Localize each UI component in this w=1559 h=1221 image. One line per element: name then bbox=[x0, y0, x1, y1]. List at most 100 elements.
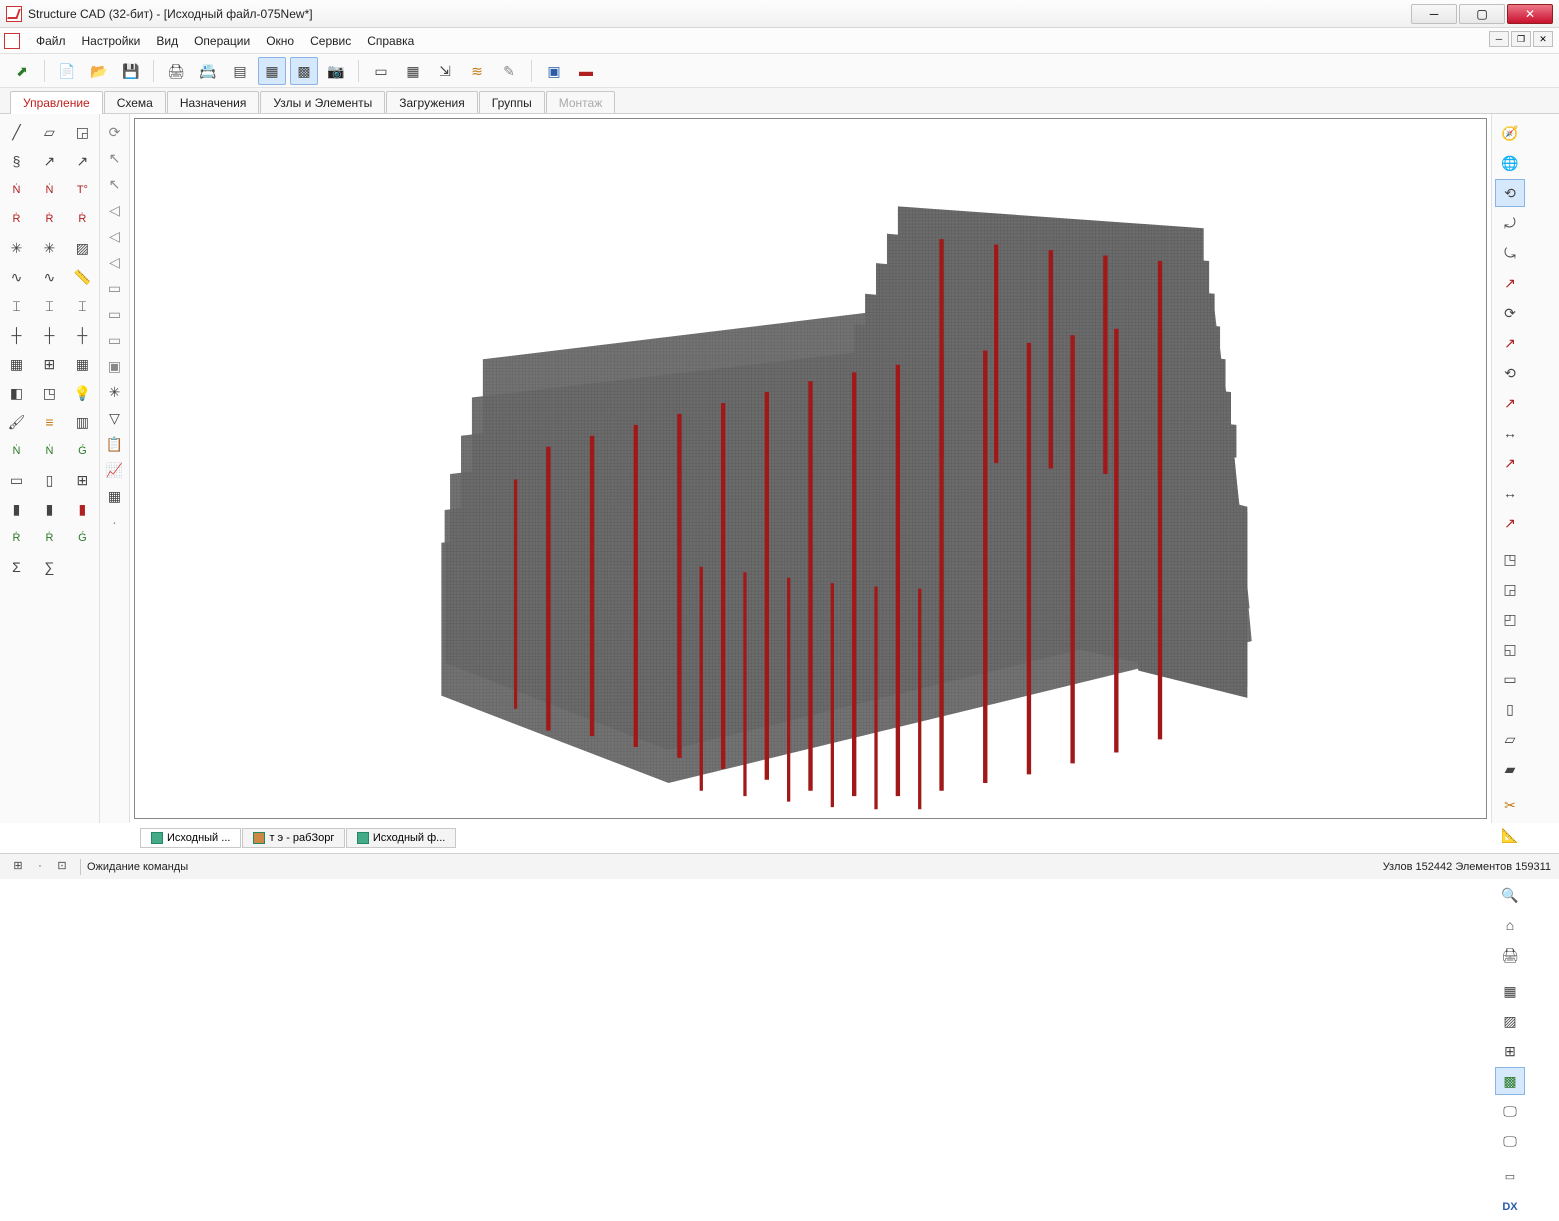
menu-service[interactable]: Сервис bbox=[302, 31, 359, 51]
ltool-sigma-icon[interactable]: Σ bbox=[2, 553, 30, 581]
ltool-star-icon[interactable]: ✳ bbox=[2, 234, 30, 262]
rtool-fill-icon[interactable]: ▩ bbox=[1495, 1067, 1525, 1095]
ltool-bars-icon[interactable]: ▥ bbox=[68, 408, 96, 436]
ltool-axis-r3-icon[interactable]: Ṙ bbox=[68, 205, 96, 233]
ltool-section2-icon[interactable]: ⌶ bbox=[35, 292, 63, 320]
toolbar-openfile-icon[interactable]: 📂 bbox=[85, 57, 113, 85]
ltool-fill-icon[interactable]: ▮ bbox=[68, 495, 96, 523]
ltool-spring-icon[interactable]: § bbox=[2, 147, 30, 175]
ltool-sum-icon[interactable]: ∑ bbox=[35, 553, 63, 581]
aux-pointer-icon[interactable]: ↖ bbox=[105, 174, 125, 194]
menu-help[interactable]: Справка bbox=[359, 31, 422, 51]
rtool-rotz2-icon[interactable]: ⟲ bbox=[1495, 359, 1525, 387]
ltool-plate-icon[interactable]: ▱ bbox=[35, 118, 63, 146]
status-btn2-icon[interactable]: · bbox=[30, 858, 50, 876]
ltool-axis-g-icon[interactable]: Ṙ bbox=[2, 524, 30, 552]
mdi-minimize-button[interactable]: ─ bbox=[1489, 31, 1509, 47]
mdi-close-button[interactable]: ✕ bbox=[1533, 31, 1553, 47]
toolbar-printsetup-icon[interactable]: 📇 bbox=[194, 57, 222, 85]
toolbar-mesh-icon[interactable]: ▩ bbox=[290, 57, 318, 85]
rtool-iso1-icon[interactable]: ◳ bbox=[1495, 545, 1525, 573]
ltool-grid-icon[interactable]: ▦ bbox=[2, 350, 30, 378]
aux-graph-icon[interactable]: 📈 bbox=[105, 460, 125, 480]
ltool-cross-icon[interactable]: ┼ bbox=[2, 321, 30, 349]
ltool-node-g2-icon[interactable]: Ṅ bbox=[35, 437, 63, 465]
rtool-top-icon[interactable]: ▱ bbox=[1495, 725, 1525, 753]
rtool-zoom-icon[interactable]: 🔍 bbox=[1495, 881, 1525, 909]
tab-assignments[interactable]: Назначения bbox=[167, 91, 260, 113]
aux-filter-icon[interactable]: ▽ bbox=[105, 408, 125, 428]
ltool-hatch-icon[interactable]: ▨ bbox=[68, 234, 96, 262]
aux-color-icon[interactable]: ▦ bbox=[105, 486, 125, 506]
tab-control[interactable]: Управление bbox=[10, 91, 103, 114]
ltool-section3-icon[interactable]: ⌶ bbox=[68, 292, 96, 320]
aux-refresh-icon[interactable]: ⟳ bbox=[105, 122, 125, 142]
menu-file[interactable]: Файл bbox=[28, 31, 74, 51]
ltool-ruler-icon[interactable]: 📏 bbox=[68, 263, 96, 291]
tab-assembly[interactable]: Монтаж bbox=[546, 91, 616, 113]
rtool-hatch-icon[interactable]: ▨ bbox=[1495, 1007, 1525, 1035]
tab-loads[interactable]: Загружения bbox=[386, 91, 478, 113]
toolbar-layers-icon[interactable]: ▤ bbox=[226, 57, 254, 85]
aux-tri2-icon[interactable]: ◁ bbox=[105, 226, 125, 246]
ltool-cross2-icon[interactable]: ┼ bbox=[35, 321, 63, 349]
rtool-persp-icon[interactable]: ▰ bbox=[1495, 755, 1525, 783]
rtool-globe-icon[interactable]: 🌐 bbox=[1495, 149, 1525, 177]
rtool-orbit-icon[interactable]: 🧭 bbox=[1495, 119, 1525, 147]
ltool-curve-icon[interactable]: ∿ bbox=[2, 263, 30, 291]
tab-nodes-elements[interactable]: Узлы и Элементы bbox=[260, 91, 385, 113]
rtool-home-icon[interactable]: ⌂ bbox=[1495, 911, 1525, 939]
ltool-grid3-icon[interactable]: ▦ bbox=[68, 350, 96, 378]
rtool-dim2-icon[interactable]: ↔ bbox=[1495, 479, 1525, 507]
menu-operations[interactable]: Операции bbox=[186, 31, 258, 51]
status-btn1-icon[interactable]: ⊞ bbox=[8, 858, 28, 876]
rtool-arrow5-icon[interactable]: ↗ bbox=[1495, 509, 1525, 537]
toolbar-export-icon[interactable]: ⇲ bbox=[431, 57, 459, 85]
rtool-side-icon[interactable]: ▯ bbox=[1495, 695, 1525, 723]
rtool-mesh-icon[interactable]: ⊞ bbox=[1495, 1037, 1525, 1065]
rtool-iso2-icon[interactable]: ◲ bbox=[1495, 575, 1525, 603]
rtool-cut-icon[interactable]: ✂ bbox=[1495, 791, 1525, 819]
toolbar-image-icon[interactable]: ▣ bbox=[540, 57, 568, 85]
ltool-node-n2-icon[interactable]: Ṅ bbox=[35, 176, 63, 204]
doc-tab-2[interactable]: Исходный ф... bbox=[346, 828, 456, 848]
doc-tab-1[interactable]: т э - рабЗорг bbox=[242, 828, 345, 848]
status-btn3-icon[interactable]: ⊡ bbox=[52, 858, 72, 876]
ltool-temp-icon[interactable]: T° bbox=[68, 176, 96, 204]
ltool-axis-g2-icon[interactable]: Ṙ bbox=[35, 524, 63, 552]
ltool-line-icon[interactable]: ╱ bbox=[2, 118, 30, 146]
rtool-dim-icon[interactable]: ↔ bbox=[1495, 419, 1525, 447]
rtool-roty-icon[interactable]: ⤿ bbox=[1495, 239, 1525, 267]
aux-rectx-icon[interactable]: ▭ bbox=[105, 330, 125, 350]
toolbar-open-icon[interactable]: ⬈ bbox=[8, 57, 36, 85]
ltool-box-icon[interactable]: ◳ bbox=[35, 379, 63, 407]
rtool-ruler-icon[interactable]: 📐 bbox=[1495, 821, 1525, 849]
rtool-iso4-icon[interactable]: ◱ bbox=[1495, 635, 1525, 663]
toolbar-print-icon[interactable]: 🖨 bbox=[162, 57, 190, 85]
ltool-grid4-icon[interactable]: ⊞ bbox=[68, 466, 96, 494]
menu-view[interactable]: Вид bbox=[148, 31, 186, 51]
ltool-node-n-icon[interactable]: Ṅ bbox=[2, 176, 30, 204]
aux-point-icon[interactable]: · bbox=[105, 512, 125, 532]
rtool-arrow4-icon[interactable]: ↗ bbox=[1495, 449, 1525, 477]
toolbar-delete-icon[interactable]: ▬ bbox=[572, 57, 600, 85]
rtool-screen-icon[interactable]: 🖵 bbox=[1495, 1097, 1525, 1125]
doc-tab-0[interactable]: Исходный ... bbox=[140, 828, 241, 848]
ltool-section-icon[interactable]: ⌶ bbox=[2, 292, 30, 320]
toolbar-camera-icon[interactable]: 📷 bbox=[322, 57, 350, 85]
rtool-rotz-icon[interactable]: ⟳ bbox=[1495, 299, 1525, 327]
rtool-arrow-icon[interactable]: ↗ bbox=[1495, 269, 1525, 297]
aux-star-icon[interactable]: ✳ bbox=[105, 382, 125, 402]
maximize-button[interactable]: ▢ bbox=[1459, 4, 1505, 24]
rtool-arrow2-icon[interactable]: ↗ bbox=[1495, 329, 1525, 357]
toolbar-grid-icon[interactable]: ▦ bbox=[258, 57, 286, 85]
rtool-front-icon[interactable]: ▭ bbox=[1495, 665, 1525, 693]
aux-cursor-icon[interactable]: ↖ bbox=[105, 148, 125, 168]
ltool-palette-icon[interactable]: ▮ bbox=[35, 495, 63, 523]
rtool-arrow3-icon[interactable]: ↗ bbox=[1495, 389, 1525, 417]
ltool-bulb-icon[interactable]: 💡 bbox=[68, 379, 96, 407]
ltool-node-g4-icon[interactable]: Ǵ bbox=[68, 524, 96, 552]
ltool-arrow2-icon[interactable]: ↗ bbox=[68, 147, 96, 175]
close-button[interactable]: ✕ bbox=[1507, 4, 1553, 24]
rtool-label-icon[interactable]: ▭ bbox=[1495, 1163, 1525, 1191]
